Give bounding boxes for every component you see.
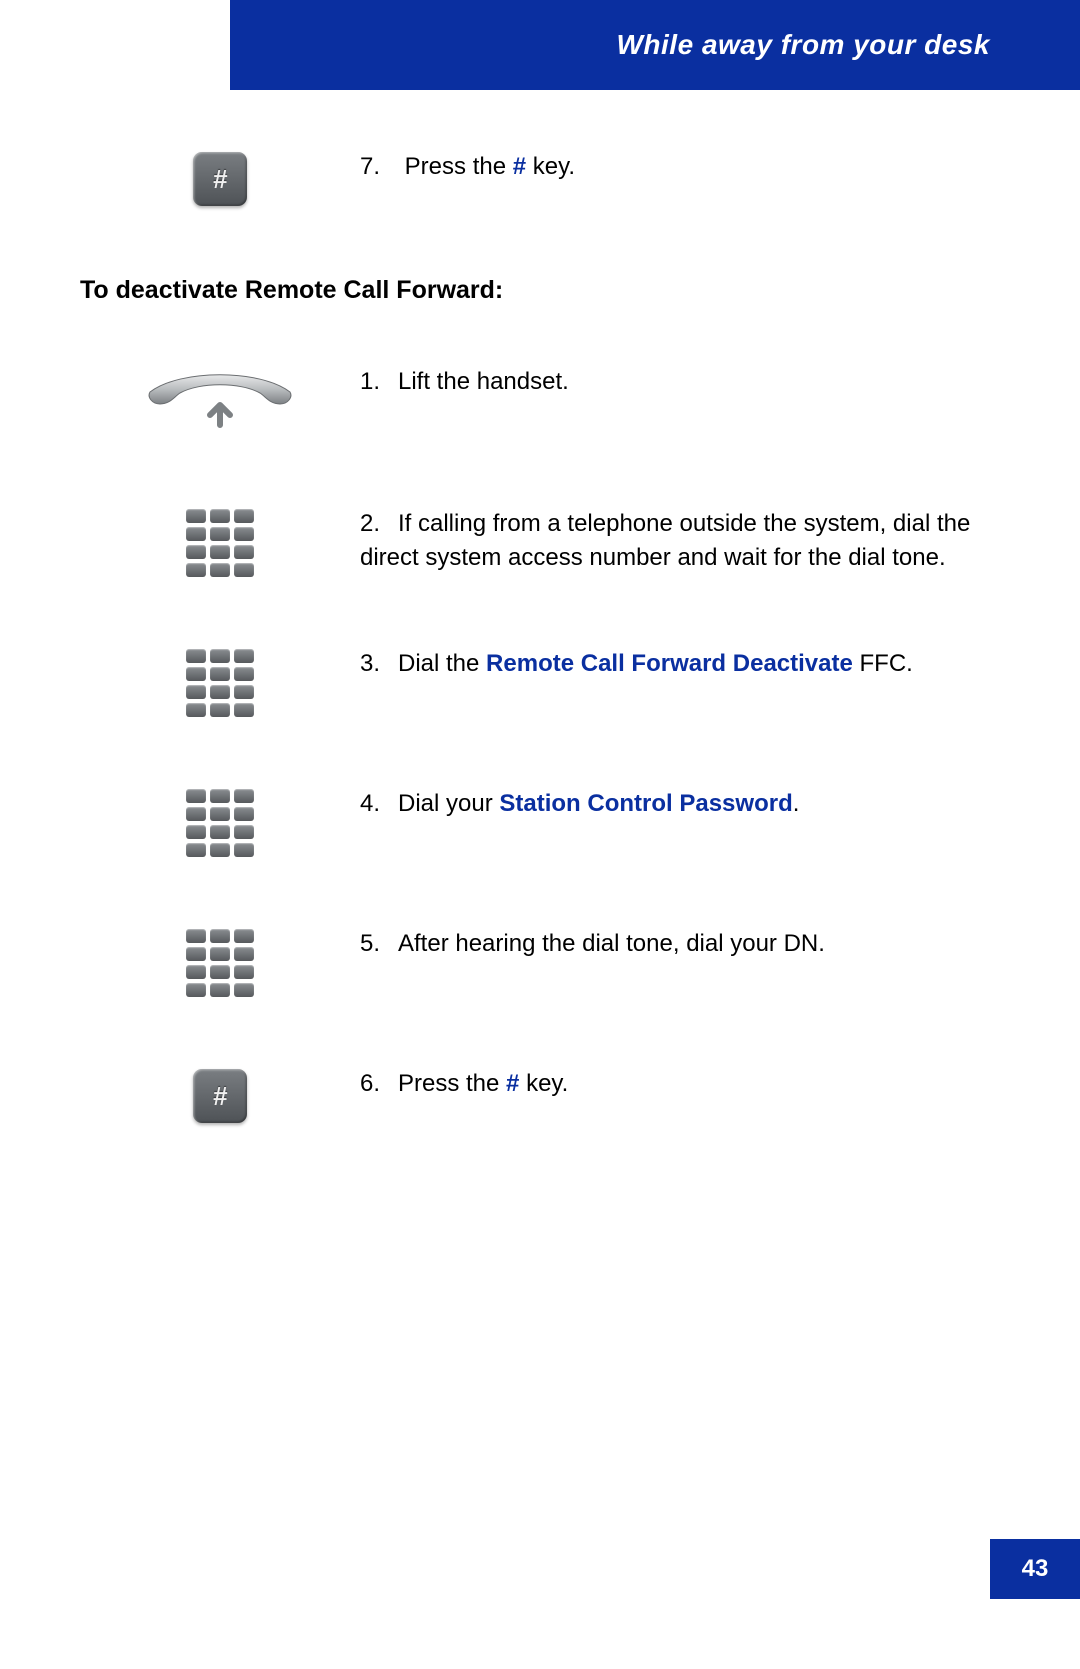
step-segment: Lift the handset. — [398, 368, 569, 395]
step-icon-cell — [80, 507, 360, 577]
step-segment: . — [793, 790, 800, 817]
hash-key-icon — [193, 152, 247, 206]
step-text: 4.Dial your Station Control Password. — [360, 787, 1000, 821]
keypad-icon — [186, 929, 254, 997]
section-header-title: While away from your desk — [617, 29, 991, 61]
step-segment-highlight: Remote Call Forward Deactivate — [486, 650, 853, 677]
section-header: While away from your desk — [230, 0, 1080, 90]
keypad-icon — [186, 789, 254, 857]
step-segment-highlight: # — [506, 1070, 519, 1097]
step-number: 6. — [360, 1067, 398, 1101]
step-row: 3.Dial the Remote Call Forward Deactivat… — [80, 647, 1000, 717]
step-icon-cell — [80, 365, 360, 437]
step-segment: Dial the — [398, 650, 486, 677]
page-number: 43 — [1022, 1555, 1049, 1583]
step-icon-cell — [80, 927, 360, 997]
step-row: 6.Press the # key. — [80, 1067, 1000, 1123]
lift-handset-icon — [140, 367, 300, 437]
page-number-block: 43 — [990, 1539, 1080, 1599]
step-icon-cell — [80, 647, 360, 717]
step-segment: key. — [526, 153, 575, 180]
step-number: 5. — [360, 927, 398, 961]
page-content: 7. Press the # key. To deactivate Remote… — [80, 150, 1000, 1193]
step-icon-cell — [80, 787, 360, 857]
step-text: 2.If calling from a telephone outside th… — [360, 507, 1000, 574]
step-row: 1.Lift the handset. — [80, 365, 1000, 437]
step-segment-highlight: # — [513, 153, 526, 180]
step-number: 2. — [360, 507, 398, 541]
step-icon-cell — [80, 1067, 360, 1123]
step-segment: If calling from a telephone outside the … — [360, 510, 970, 571]
step-text: 7. Press the # key. — [360, 150, 1000, 184]
step-icon-cell — [80, 150, 360, 206]
step-segment: After hearing the dial tone, dial your D… — [398, 930, 825, 957]
step-text: 5.After hearing the dial tone, dial your… — [360, 927, 1000, 961]
hash-key-icon — [193, 1069, 247, 1123]
step-segment: key. — [519, 1070, 568, 1097]
keypad-icon — [186, 649, 254, 717]
step-segment: Press the — [398, 1070, 506, 1097]
step-row: 7. Press the # key. — [80, 150, 1000, 206]
step-segment-highlight: Station Control Password — [499, 790, 792, 817]
step-text: 3.Dial the Remote Call Forward Deactivat… — [360, 647, 1000, 681]
step-number: 3. — [360, 647, 398, 681]
section-heading: To deactivate Remote Call Forward: — [80, 276, 1000, 305]
step-row: 5.After hearing the dial tone, dial your… — [80, 927, 1000, 997]
step-text: 6.Press the # key. — [360, 1067, 1000, 1101]
keypad-icon — [186, 509, 254, 577]
step-text: 1.Lift the handset. — [360, 365, 1000, 399]
step-number: 1. — [360, 365, 398, 399]
step-segment: Dial your — [398, 790, 499, 817]
step-row: 4.Dial your Station Control Password. — [80, 787, 1000, 857]
step-segment: FFC. — [853, 650, 913, 677]
step-segment: Press the — [405, 153, 513, 180]
step-number: 4. — [360, 787, 398, 821]
step-row: 2.If calling from a telephone outside th… — [80, 507, 1000, 577]
step-number: 7. — [360, 150, 398, 184]
